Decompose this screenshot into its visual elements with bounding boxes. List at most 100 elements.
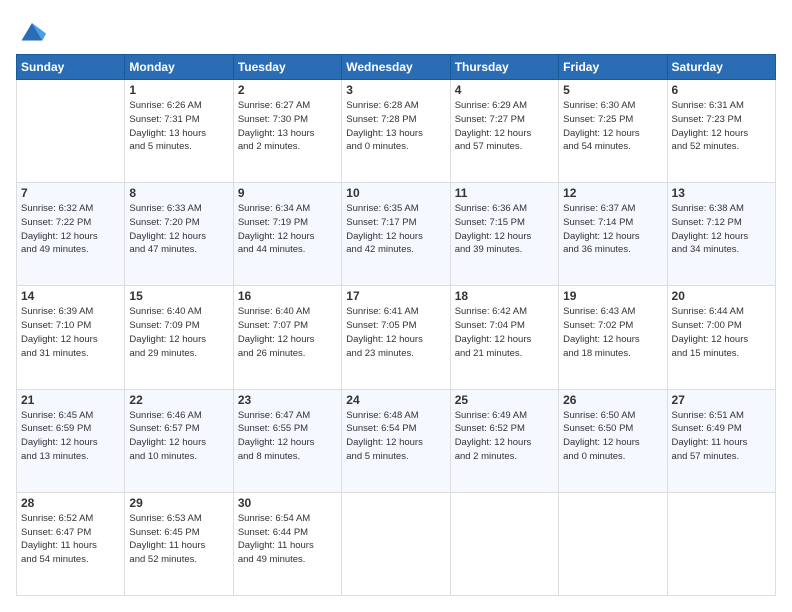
day-number: 19 — [563, 289, 662, 303]
calendar-cell: 27 Sunrise: 6:51 AMSunset: 6:49 PMDayligh… — [667, 389, 775, 492]
calendar-cell: 11 Sunrise: 6:36 AMSunset: 7:15 PMDayligh… — [450, 183, 558, 286]
day-info: Sunrise: 6:42 AMSunset: 7:04 PMDaylight:… — [455, 305, 554, 360]
calendar-week-1: 1Sunrise: 6:26 AMSunset: 7:31 PMDaylight… — [17, 80, 776, 183]
calendar-cell: 4 Sunrise: 6:29 AMSunset: 7:27 PMDaylight… — [450, 80, 558, 183]
day-info: Sunrise: 6:35 AMSunset: 7:17 PMDaylight:… — [346, 202, 445, 257]
day-number: 22 — [129, 393, 228, 407]
day-number: 10 — [346, 186, 445, 200]
calendar-cell: 8 Sunrise: 6:33 AMSunset: 7:20 PMDaylight… — [125, 183, 233, 286]
logo — [16, 16, 46, 44]
day-info: Sunrise: 6:50 AMSunset: 6:50 PMDaylight:… — [563, 409, 662, 464]
calendar-cell: 24 Sunrise: 6:48 AMSunset: 6:54 PMDayligh… — [342, 389, 450, 492]
day-number: 18 — [455, 289, 554, 303]
calendar-week-4: 21 Sunrise: 6:45 AMSunset: 6:59 PMDayligh… — [17, 389, 776, 492]
calendar-cell: 23Sunrise: 6:47 AMSunset: 6:55 PMDayligh… — [233, 389, 341, 492]
day-info: Sunrise: 6:45 AMSunset: 6:59 PMDaylight:… — [21, 409, 120, 464]
day-number: 11 — [455, 186, 554, 200]
calendar-cell: 21 Sunrise: 6:45 AMSunset: 6:59 PMDayligh… — [17, 389, 125, 492]
day-header-sunday: Sunday — [17, 55, 125, 80]
day-number: 9 — [238, 186, 337, 200]
day-info: Sunrise: 6:33 AMSunset: 7:20 PMDaylight:… — [129, 202, 228, 257]
day-info: Sunrise: 6:32 AMSunset: 7:22 PMDaylight:… — [21, 202, 120, 257]
day-number: 7 — [21, 186, 120, 200]
day-header-friday: Friday — [559, 55, 667, 80]
calendar-cell: 5Sunrise: 6:30 AMSunset: 7:25 PMDaylight… — [559, 80, 667, 183]
calendar-cell: 2 Sunrise: 6:27 AMSunset: 7:30 PMDaylight… — [233, 80, 341, 183]
day-number: 2 — [238, 83, 337, 97]
calendar-cell — [559, 492, 667, 595]
day-number: 3 — [346, 83, 445, 97]
calendar-header-row: SundayMondayTuesdayWednesdayThursdayFrid… — [17, 55, 776, 80]
logo-icon — [18, 16, 46, 44]
day-number: 12 — [563, 186, 662, 200]
calendar-week-5: 28Sunrise: 6:52 AMSunset: 6:47 PMDayligh… — [17, 492, 776, 595]
day-info: Sunrise: 6:36 AMSunset: 7:15 PMDaylight:… — [455, 202, 554, 257]
day-number: 17 — [346, 289, 445, 303]
calendar-cell: 13Sunrise: 6:38 AMSunset: 7:12 PMDayligh… — [667, 183, 775, 286]
day-info: Sunrise: 6:49 AMSunset: 6:52 PMDaylight:… — [455, 409, 554, 464]
calendar-cell: 25 Sunrise: 6:49 AMSunset: 6:52 PMDayligh… — [450, 389, 558, 492]
day-number: 28 — [21, 496, 120, 510]
calendar-week-2: 7 Sunrise: 6:32 AMSunset: 7:22 PMDaylight… — [17, 183, 776, 286]
day-info: Sunrise: 6:46 AMSunset: 6:57 PMDaylight:… — [129, 409, 228, 464]
calendar-cell: 10 Sunrise: 6:35 AMSunset: 7:17 PMDayligh… — [342, 183, 450, 286]
calendar-cell — [667, 492, 775, 595]
calendar-cell: 15 Sunrise: 6:40 AMSunset: 7:09 PMDayligh… — [125, 286, 233, 389]
day-number: 14 — [21, 289, 120, 303]
day-info: Sunrise: 6:51 AMSunset: 6:49 PMDaylight:… — [672, 409, 771, 464]
day-info: Sunrise: 6:43 AMSunset: 7:02 PMDaylight:… — [563, 305, 662, 360]
day-info: Sunrise: 6:38 AMSunset: 7:12 PMDaylight:… — [672, 202, 771, 257]
calendar-cell: 3 Sunrise: 6:28 AMSunset: 7:28 PMDaylight… — [342, 80, 450, 183]
day-number: 25 — [455, 393, 554, 407]
day-info: Sunrise: 6:26 AMSunset: 7:31 PMDaylight:… — [129, 99, 228, 154]
day-info: Sunrise: 6:37 AMSunset: 7:14 PMDaylight:… — [563, 202, 662, 257]
day-info: Sunrise: 6:40 AMSunset: 7:07 PMDaylight:… — [238, 305, 337, 360]
day-header-thursday: Thursday — [450, 55, 558, 80]
day-info: Sunrise: 6:31 AMSunset: 7:23 PMDaylight:… — [672, 99, 771, 154]
day-info: Sunrise: 6:44 AMSunset: 7:00 PMDaylight:… — [672, 305, 771, 360]
day-info: Sunrise: 6:54 AMSunset: 6:44 PMDaylight:… — [238, 512, 337, 567]
day-header-tuesday: Tuesday — [233, 55, 341, 80]
day-info: Sunrise: 6:48 AMSunset: 6:54 PMDaylight:… — [346, 409, 445, 464]
calendar-cell: 12 Sunrise: 6:37 AMSunset: 7:14 PMDayligh… — [559, 183, 667, 286]
day-info: Sunrise: 6:27 AMSunset: 7:30 PMDaylight:… — [238, 99, 337, 154]
day-number: 15 — [129, 289, 228, 303]
calendar-cell: 22 Sunrise: 6:46 AMSunset: 6:57 PMDayligh… — [125, 389, 233, 492]
calendar-cell: 26 Sunrise: 6:50 AMSunset: 6:50 PMDayligh… — [559, 389, 667, 492]
day-number: 29 — [129, 496, 228, 510]
calendar-week-3: 14 Sunrise: 6:39 AMSunset: 7:10 PMDayligh… — [17, 286, 776, 389]
day-info: Sunrise: 6:28 AMSunset: 7:28 PMDaylight:… — [346, 99, 445, 154]
calendar-cell: 7 Sunrise: 6:32 AMSunset: 7:22 PMDaylight… — [17, 183, 125, 286]
day-number: 23 — [238, 393, 337, 407]
calendar-cell: 28Sunrise: 6:52 AMSunset: 6:47 PMDayligh… — [17, 492, 125, 595]
calendar-cell: 16 Sunrise: 6:40 AMSunset: 7:07 PMDayligh… — [233, 286, 341, 389]
day-info: Sunrise: 6:34 AMSunset: 7:19 PMDaylight:… — [238, 202, 337, 257]
day-info: Sunrise: 6:39 AMSunset: 7:10 PMDaylight:… — [21, 305, 120, 360]
day-number: 4 — [455, 83, 554, 97]
day-number: 30 — [238, 496, 337, 510]
calendar-cell — [17, 80, 125, 183]
day-number: 6 — [672, 83, 771, 97]
day-info: Sunrise: 6:30 AMSunset: 7:25 PMDaylight:… — [563, 99, 662, 154]
day-header-saturday: Saturday — [667, 55, 775, 80]
day-header-wednesday: Wednesday — [342, 55, 450, 80]
calendar-cell: 30 Sunrise: 6:54 AMSunset: 6:44 PMDayligh… — [233, 492, 341, 595]
day-header-monday: Monday — [125, 55, 233, 80]
calendar-cell: 6 Sunrise: 6:31 AMSunset: 7:23 PMDaylight… — [667, 80, 775, 183]
calendar-cell: 1Sunrise: 6:26 AMSunset: 7:31 PMDaylight… — [125, 80, 233, 183]
day-number: 24 — [346, 393, 445, 407]
day-number: 20 — [672, 289, 771, 303]
calendar-cell: 14 Sunrise: 6:39 AMSunset: 7:10 PMDayligh… — [17, 286, 125, 389]
day-info: Sunrise: 6:29 AMSunset: 7:27 PMDaylight:… — [455, 99, 554, 154]
calendar-cell — [342, 492, 450, 595]
day-info: Sunrise: 6:40 AMSunset: 7:09 PMDaylight:… — [129, 305, 228, 360]
day-info: Sunrise: 6:53 AMSunset: 6:45 PMDaylight:… — [129, 512, 228, 567]
day-number: 16 — [238, 289, 337, 303]
day-info: Sunrise: 6:41 AMSunset: 7:05 PMDaylight:… — [346, 305, 445, 360]
day-number: 26 — [563, 393, 662, 407]
day-number: 21 — [21, 393, 120, 407]
calendar-cell: 29 Sunrise: 6:53 AMSunset: 6:45 PMDayligh… — [125, 492, 233, 595]
calendar-cell: 20 Sunrise: 6:44 AMSunset: 7:00 PMDayligh… — [667, 286, 775, 389]
day-number: 8 — [129, 186, 228, 200]
day-number: 27 — [672, 393, 771, 407]
